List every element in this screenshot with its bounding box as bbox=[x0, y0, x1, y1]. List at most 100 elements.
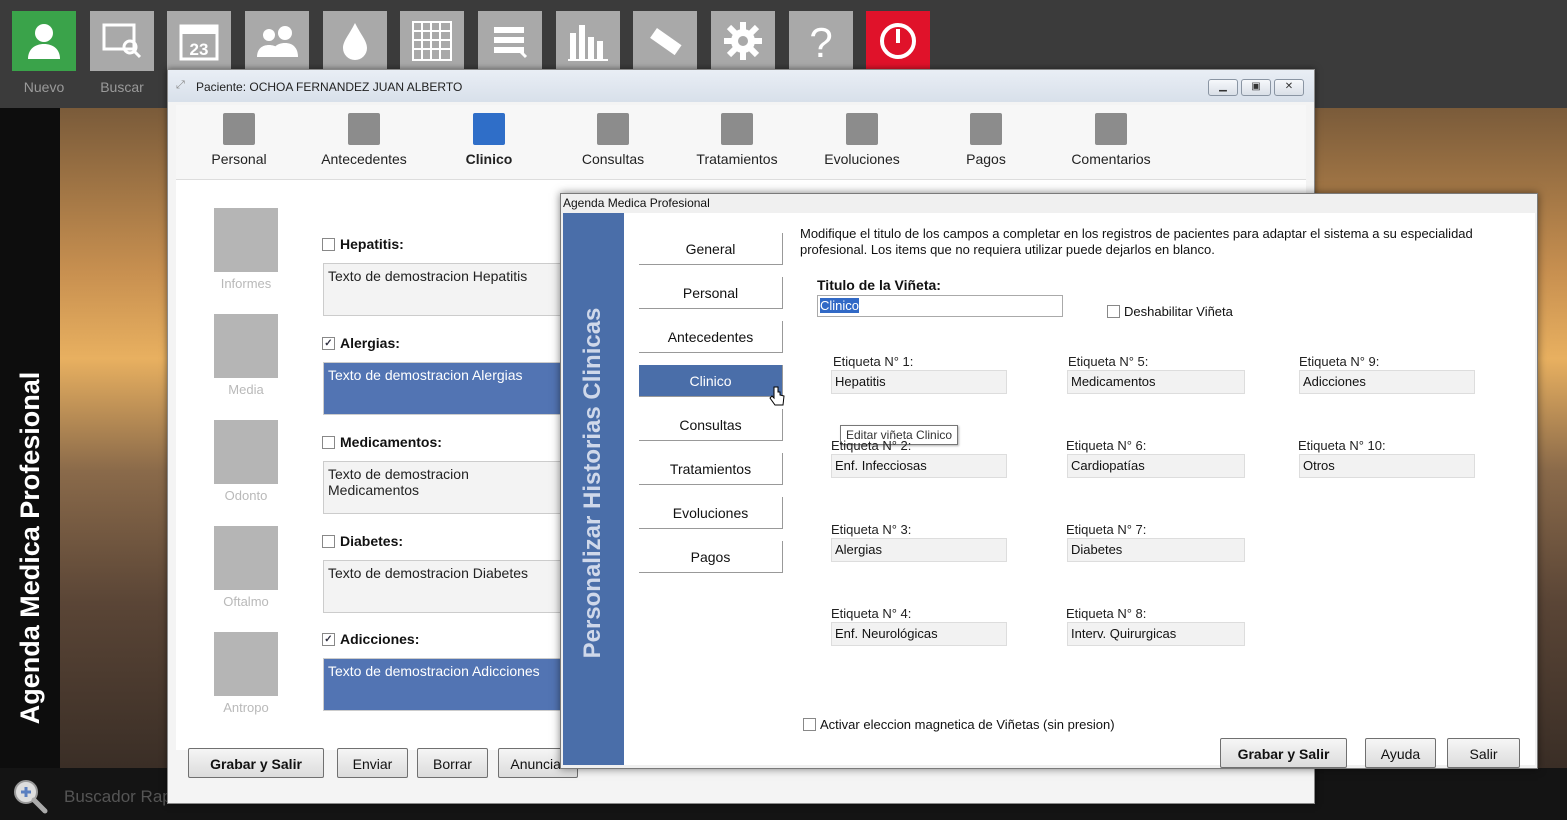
field-medicamentos-label: Medicamentos: bbox=[322, 434, 442, 450]
tab-personal[interactable]: Personal bbox=[177, 113, 301, 167]
nav-evoluciones[interactable]: Evoluciones bbox=[639, 497, 783, 529]
tab-title-input[interactable]: Clinico bbox=[817, 295, 1063, 317]
adicciones-textarea[interactable]: Texto de demostracion Adicciones bbox=[323, 658, 563, 711]
calendar-day: 23 bbox=[190, 40, 209, 59]
label-8-input[interactable]: Interv. Quirurgicas bbox=[1067, 622, 1245, 646]
minimize-button[interactable]: ▁ bbox=[1208, 79, 1238, 96]
help-button[interactable]: ? bbox=[789, 11, 853, 71]
search-screen-icon bbox=[102, 23, 142, 59]
dialog-help-button[interactable]: Ayuda bbox=[1365, 738, 1436, 768]
nav-pagos[interactable]: Pagos bbox=[639, 541, 783, 573]
app-title: Agenda Medica Profesional bbox=[15, 371, 45, 725]
magnetic-option[interactable]: Activar eleccion magnetica de Viñetas (s… bbox=[803, 717, 1115, 732]
tab-antecedentes[interactable]: Antecedentes bbox=[302, 113, 426, 167]
dialog-side-banner: Personalizar Historias Clinicas bbox=[563, 213, 624, 765]
search-button[interactable] bbox=[90, 11, 154, 71]
backup-button[interactable] bbox=[633, 11, 697, 71]
customize-dialog: Agenda Medica Profesional Personalizar H… bbox=[560, 193, 1538, 769]
nav-tratamientos[interactable]: Tratamientos bbox=[639, 453, 783, 485]
delete-button[interactable]: Borrar bbox=[417, 748, 488, 778]
power-icon bbox=[880, 23, 916, 59]
alergias-textarea[interactable]: Texto de demostracion Alergias bbox=[323, 362, 563, 415]
dialog-exit-button[interactable]: Salir bbox=[1447, 738, 1520, 768]
label-6-input[interactable]: Cardiopatías bbox=[1067, 454, 1245, 478]
label-3-caption: Etiqueta N° 3: bbox=[831, 522, 912, 537]
tab-consultas[interactable]: Consultas bbox=[551, 113, 675, 167]
eye-icon[interactable] bbox=[214, 526, 278, 590]
diabetes-checkbox[interactable] bbox=[322, 534, 335, 548]
settings-button[interactable] bbox=[711, 11, 775, 71]
nav-general[interactable]: General bbox=[639, 233, 783, 265]
label-3-input[interactable]: Alergias bbox=[831, 538, 1007, 562]
label-10-input[interactable]: Otros bbox=[1299, 454, 1475, 478]
quick-search-icon[interactable] bbox=[10, 776, 50, 816]
dialog-title: Agenda Medica Profesional bbox=[563, 196, 710, 210]
side-item-oftalmo[interactable]: Oftalmo bbox=[206, 594, 286, 609]
statistics-button[interactable] bbox=[556, 11, 620, 71]
calendar-button[interactable]: 23 bbox=[167, 11, 231, 71]
dialog-save-button[interactable]: Grabar y Salir bbox=[1220, 738, 1347, 768]
hepatitis-checkbox[interactable] bbox=[322, 237, 335, 251]
nav-clinico[interactable]: Clinico bbox=[639, 365, 783, 397]
power-button[interactable] bbox=[866, 11, 930, 71]
label-1-input[interactable]: Hepatitis bbox=[831, 370, 1007, 394]
patients-button[interactable] bbox=[245, 11, 309, 71]
patient-tabs: Personal Antecedentes Clinico Consultas … bbox=[176, 105, 1306, 180]
tab-comentarios[interactable]: Comentarios bbox=[1049, 113, 1173, 167]
label-7-input[interactable]: Diabetes bbox=[1067, 538, 1245, 562]
side-item-antropo[interactable]: Antropo bbox=[206, 700, 286, 715]
nav-antecedentes[interactable]: Antecedentes bbox=[639, 321, 783, 353]
users-icon bbox=[257, 26, 298, 57]
new-label: Nuevo bbox=[23, 79, 65, 95]
drop-button[interactable] bbox=[323, 11, 387, 71]
close-button[interactable]: ✕ bbox=[1274, 79, 1304, 96]
alergias-checkbox[interactable]: ✓ bbox=[322, 336, 335, 350]
tab-pagos[interactable]: Pagos bbox=[924, 113, 1048, 167]
patient-save-button[interactable]: Grabar y Salir bbox=[188, 748, 324, 778]
label-4-input[interactable]: Enf. Neurológicas bbox=[831, 622, 1007, 646]
side-item-informes[interactable]: Informes bbox=[206, 276, 286, 291]
side-item-media[interactable]: Media bbox=[206, 382, 286, 397]
tab-clinico[interactable]: Clinico bbox=[427, 113, 551, 167]
reports-icon[interactable] bbox=[214, 208, 278, 272]
list-button[interactable] bbox=[478, 11, 542, 71]
label-6-caption: Etiqueta N° 6: bbox=[1066, 438, 1147, 453]
tooth-icon[interactable] bbox=[214, 420, 278, 484]
tab-title-label: Titulo de la Viñeta: bbox=[817, 277, 941, 293]
help-icon: ? bbox=[809, 19, 832, 63]
send-button[interactable]: Enviar bbox=[337, 748, 408, 778]
tab-evoluciones[interactable]: Evoluciones bbox=[800, 113, 924, 167]
field-hepatitis-label: Hepatitis: bbox=[322, 236, 404, 252]
grid-button[interactable] bbox=[400, 11, 464, 71]
disable-tab-option[interactable]: Deshabilitar Viñeta bbox=[1107, 304, 1233, 319]
diabetes-textarea[interactable]: Texto de demostracion Diabetes bbox=[323, 560, 563, 613]
magnetic-checkbox[interactable] bbox=[803, 718, 816, 731]
label-5-caption: Etiqueta N° 5: bbox=[1068, 354, 1149, 369]
disable-tab-checkbox[interactable] bbox=[1107, 305, 1120, 318]
refresh-icon bbox=[597, 113, 629, 145]
nav-consultas[interactable]: Consultas bbox=[639, 409, 783, 441]
label-9-input[interactable]: Adicciones bbox=[1299, 370, 1475, 394]
tab-tratamientos[interactable]: Tratamientos bbox=[675, 113, 799, 167]
label-5-input[interactable]: Medicamentos bbox=[1067, 370, 1245, 394]
adicciones-checkbox[interactable]: ✓ bbox=[322, 632, 335, 646]
medicamentos-textarea[interactable]: Texto de demostracion Medicamentos bbox=[323, 461, 563, 514]
field-adicciones-label: ✓ Adicciones: bbox=[322, 631, 419, 647]
field-diabetes-label: Diabetes: bbox=[322, 533, 403, 549]
vitruvian-icon[interactable] bbox=[214, 632, 278, 696]
maximize-button[interactable]: ▣ bbox=[1241, 79, 1271, 96]
label-2-input[interactable]: Enf. Infecciosas bbox=[831, 454, 1007, 478]
calculator-icon bbox=[970, 113, 1002, 145]
personal-icon bbox=[223, 113, 255, 145]
field-alergias-label: ✓ Alergias: bbox=[322, 335, 400, 351]
medicamentos-checkbox[interactable] bbox=[322, 435, 335, 449]
chart-icon bbox=[568, 25, 608, 61]
nav-personal[interactable]: Personal bbox=[639, 277, 783, 309]
label-1-caption: Etiqueta N° 1: bbox=[833, 354, 914, 369]
gear-icon bbox=[724, 22, 762, 60]
side-item-odonto[interactable]: Odonto bbox=[206, 488, 286, 503]
label-8-caption: Etiqueta N° 8: bbox=[1066, 606, 1147, 621]
camera-icon[interactable] bbox=[214, 314, 278, 378]
new-button[interactable] bbox=[12, 11, 76, 71]
hepatitis-textarea[interactable]: Texto de demostracion Hepatitis bbox=[323, 263, 563, 316]
